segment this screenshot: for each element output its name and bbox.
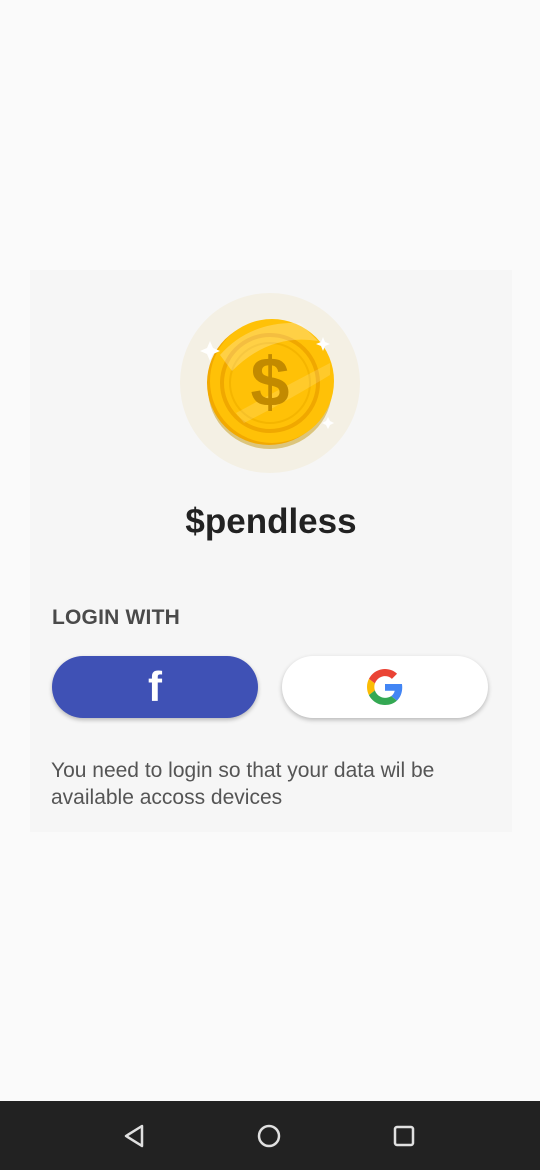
svg-text:$: $ xyxy=(251,343,290,421)
system-navigation-bar xyxy=(0,1101,540,1170)
login-note: You need to login so that your data wil … xyxy=(51,759,435,809)
recents-square-icon[interactable] xyxy=(389,1121,419,1151)
facebook-login-button[interactable]: f xyxy=(52,656,258,718)
facebook-icon: f xyxy=(148,663,162,710)
login-with-label: LOGIN WITH xyxy=(52,606,180,629)
app-title: $pendless xyxy=(185,502,357,541)
google-icon xyxy=(367,669,403,705)
gold-dollar-coin-icon: $ xyxy=(200,319,334,449)
login-screen: $ $pendless LOGIN WITH f You need to log… xyxy=(0,0,540,1170)
login-card: $ $pendless LOGIN WITH f You need to log… xyxy=(30,270,512,832)
google-login-button[interactable] xyxy=(282,656,488,718)
back-triangle-icon[interactable] xyxy=(120,1121,150,1151)
app-logo: $ xyxy=(180,293,360,473)
home-circle-icon[interactable] xyxy=(254,1121,284,1151)
